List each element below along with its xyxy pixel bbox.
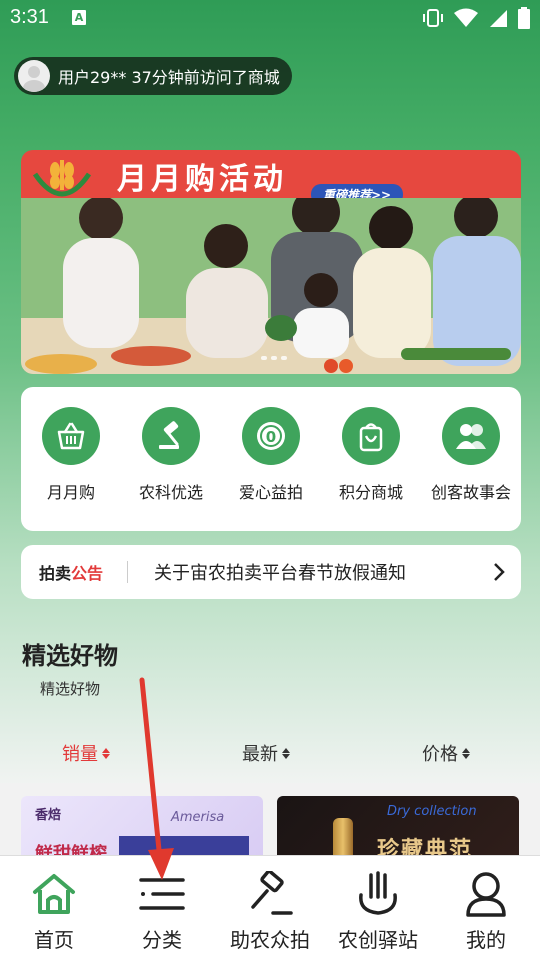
chevron-right-icon[interactable]: [493, 562, 505, 582]
home-icon: [30, 870, 78, 918]
quick-menu: 月月购 农科优选 0 爱心益拍 积分商城 创客故事会: [21, 387, 521, 531]
section-title: 精选好物: [22, 642, 118, 670]
quick-item-agri-select[interactable]: 农科优选: [121, 407, 221, 531]
wifi-icon: [454, 8, 478, 27]
quick-item-charity-auction[interactable]: 0 爱心益拍: [221, 407, 321, 531]
list-icon: [138, 870, 186, 918]
status-bar: 3:31 A: [0, 0, 540, 36]
sort-tab-price[interactable]: 价格: [422, 740, 470, 766]
svg-text:0: 0: [266, 428, 276, 446]
nav-category[interactable]: 分类: [108, 856, 216, 960]
auction-notice-bar[interactable]: 拍卖公告 关于宙农拍卖平台春节放假通知: [21, 545, 521, 599]
a-icon: A: [72, 10, 86, 25]
quick-item-label: 农科优选: [138, 483, 203, 502]
sort-tab-sales[interactable]: 销量: [62, 740, 110, 766]
visit-notice: 用户29** 37分钟前访问了商城: [14, 57, 292, 95]
nav-station[interactable]: 农创驿站: [324, 856, 432, 960]
goods-card[interactable]: Dry collection 珍藏典范: [277, 796, 519, 863]
nav-label: 我的: [466, 928, 506, 952]
station-icon: [354, 870, 402, 918]
goods-script: Dry collection: [387, 804, 477, 819]
gavel-icon: [142, 407, 200, 465]
avatar: [18, 60, 50, 92]
divider: [127, 561, 129, 583]
nav-label: 分类: [142, 928, 182, 952]
sort-icon: [462, 747, 470, 759]
quick-item-points-mall[interactable]: 积分商城: [321, 407, 421, 531]
wheat-logo-icon: [32, 160, 92, 197]
nav-label: 首页: [34, 928, 74, 952]
sort-icon: [282, 747, 290, 759]
nav-home[interactable]: 首页: [0, 856, 108, 960]
battery-icon: [518, 7, 530, 29]
sort-icon: [102, 747, 110, 759]
quick-item-label: 月月购: [46, 483, 95, 502]
section-subtitle: 精选好物: [40, 680, 101, 698]
nav-label: 助农众拍: [230, 928, 310, 952]
signal-icon: [490, 10, 507, 27]
user-icon: [462, 870, 510, 918]
coin-icon: 0: [242, 407, 300, 465]
basket-icon: [42, 407, 100, 465]
bottom-nav: 首页 分类 助农众拍 农创驿站 我的: [0, 855, 540, 960]
goods-card[interactable]: 香焙 Amerisa 鲜甜鲜榨: [21, 796, 263, 863]
quick-item-maker-story[interactable]: 创客故事会: [421, 407, 521, 531]
goods-brand: 香焙: [35, 808, 62, 823]
banner-title: 月月购活动: [117, 162, 287, 197]
visit-notice-text: 用户29** 37分钟前访问了商城: [58, 68, 280, 87]
status-icons: [422, 6, 530, 30]
nav-mine[interactable]: 我的: [432, 856, 540, 960]
notice-text: 关于宙农拍卖平台春节放假通知: [154, 563, 407, 584]
promo-banner[interactable]: 月月购活动 重磅推荐>>: [21, 150, 521, 374]
nav-label: 农创驿站: [338, 928, 418, 952]
vibrate-icon: [423, 9, 443, 27]
quick-item-label: 爱心益拍: [238, 483, 303, 502]
goods-list: 香焙 Amerisa 鲜甜鲜榨 Dry collection 珍藏典范: [0, 783, 540, 863]
quick-item-label: 积分商城: [338, 483, 403, 502]
banner-photo: [21, 198, 521, 374]
quick-item-monthly-buy[interactable]: 月月购: [21, 407, 121, 531]
notice-tag: 拍卖公告: [39, 564, 104, 583]
banner-pagination: [261, 356, 287, 360]
sort-tabs: 销量 最新 价格: [0, 740, 540, 770]
goods-script: Amerisa: [171, 810, 225, 825]
status-time: 3:31: [10, 6, 49, 28]
nav-auction[interactable]: 助农众拍: [216, 856, 324, 960]
quick-item-label: 创客故事会: [430, 483, 511, 502]
shopping-bag-icon: [342, 407, 400, 465]
people-icon: [442, 407, 500, 465]
auction-hammer-icon: [246, 870, 294, 918]
sort-tab-newest[interactable]: 最新: [242, 740, 290, 766]
